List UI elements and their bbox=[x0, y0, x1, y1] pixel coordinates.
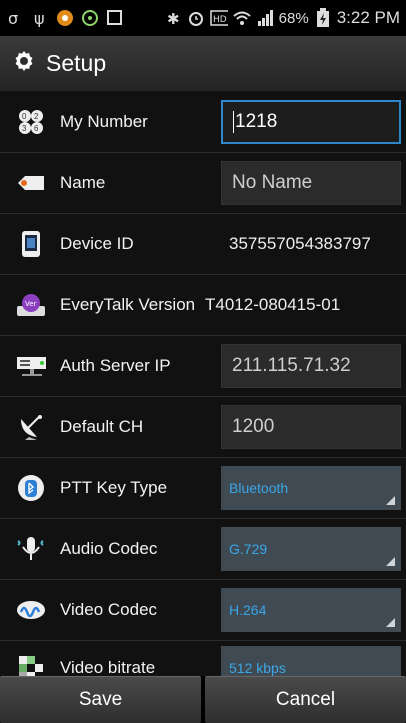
svg-text:6: 6 bbox=[34, 124, 39, 133]
default-ch-label: Default CH bbox=[60, 417, 144, 436]
device-id-label: Device ID bbox=[60, 234, 134, 253]
svg-text:0: 0 bbox=[22, 112, 27, 121]
video-codec-label: Video Codec bbox=[60, 600, 158, 619]
bluetooth-icon bbox=[16, 473, 46, 503]
satellite-dish-icon bbox=[16, 412, 46, 442]
svg-text:2: 2 bbox=[34, 112, 39, 121]
audio-codec-spinner[interactable]: G.729 bbox=[221, 527, 401, 571]
spinner-arrow-icon bbox=[386, 557, 395, 566]
everytalk-version-label: EveryTalk Version bbox=[60, 295, 196, 314]
video-bitrate-value: 512 kbps bbox=[229, 660, 286, 676]
hd-voice-icon: HD bbox=[209, 9, 228, 27]
video-codec-icon bbox=[16, 595, 46, 625]
svg-text:✱: ✱ bbox=[167, 10, 180, 27]
row-everytalk-version: Ver EveryTalk Version T4012-080415-01 bbox=[0, 275, 406, 336]
row-name: Name No Name bbox=[0, 153, 406, 214]
version-icon: Ver bbox=[16, 290, 46, 320]
video-codec-spinner[interactable]: H.264 bbox=[221, 588, 401, 632]
default-ch-input[interactable]: 1200 bbox=[221, 405, 401, 449]
notification-icons: σ ψ bbox=[6, 9, 124, 27]
svg-text:HD: HD bbox=[213, 15, 227, 25]
row-my-number: 0236 My Number 1218 bbox=[0, 92, 406, 153]
signal-app-icon: σ bbox=[6, 9, 24, 27]
page-title: Setup bbox=[46, 50, 107, 76]
screenshot-icon bbox=[106, 9, 124, 27]
row-device-id: Device ID 357557054383797 bbox=[0, 214, 406, 275]
settings-list: 0236 My Number 1218 Name No Name Device … bbox=[0, 92, 406, 696]
row-video-codec: Video Codec H.264 bbox=[0, 580, 406, 641]
clock: 3:22 PM bbox=[336, 8, 400, 27]
app-notification-icon bbox=[56, 9, 74, 27]
gear-icon bbox=[12, 49, 36, 78]
row-default-ch: Default CH 1200 bbox=[0, 397, 406, 458]
audio-codec-label: Audio Codec bbox=[60, 539, 158, 558]
svg-text:3: 3 bbox=[22, 124, 27, 133]
my-number-label: My Number bbox=[60, 112, 148, 131]
my-number-input[interactable]: 1218 bbox=[221, 100, 401, 144]
device-id-value: 357557054383797 bbox=[229, 234, 371, 253]
row-ptt-key-type: PTT Key Type Bluetooth bbox=[0, 458, 406, 519]
status-bar: σ ψ ✱ HD 68% 3:22 PM bbox=[0, 0, 406, 36]
ptt-key-type-label: PTT Key Type bbox=[60, 478, 168, 497]
name-input[interactable]: No Name bbox=[221, 161, 401, 205]
system-icons: ✱ HD 68% 3:22 PM bbox=[164, 8, 400, 28]
auth-server-ip-label: Auth Server IP bbox=[60, 356, 171, 375]
svg-text:ψ: ψ bbox=[34, 9, 45, 27]
hotspot-icon bbox=[81, 9, 99, 27]
text-cursor bbox=[233, 111, 234, 133]
microphone-icon bbox=[16, 534, 46, 564]
ptt-key-type-spinner[interactable]: Bluetooth bbox=[221, 466, 401, 510]
action-bar: Setup bbox=[0, 36, 406, 92]
ptt-key-type-value: Bluetooth bbox=[229, 480, 289, 496]
battery-icon bbox=[314, 8, 332, 27]
cell-signal-icon bbox=[256, 9, 274, 27]
wifi-icon bbox=[232, 9, 251, 27]
my-number-value: 1218 bbox=[235, 111, 278, 132]
video-bitrate-label: Video bitrate bbox=[60, 658, 156, 677]
usb-icon: ψ bbox=[31, 9, 49, 27]
auth-server-ip-value: 211.115.71.32 bbox=[232, 355, 351, 376]
tag-icon bbox=[16, 168, 46, 198]
audio-codec-value: G.729 bbox=[229, 541, 268, 557]
spinner-arrow-icon bbox=[386, 496, 395, 505]
auth-server-ip-input[interactable]: 211.115.71.32 bbox=[221, 344, 401, 388]
spinner-arrow-icon bbox=[386, 618, 395, 627]
name-value: No Name bbox=[232, 172, 313, 193]
button-bar: Save Cancel bbox=[0, 676, 406, 723]
video-codec-value: H.264 bbox=[229, 602, 267, 618]
bluetooth-status-icon: ✱ bbox=[164, 9, 182, 27]
server-icon bbox=[16, 351, 46, 381]
phone-device-icon bbox=[16, 229, 46, 259]
svg-text:Ver: Ver bbox=[25, 300, 37, 308]
number-grid-icon: 0236 bbox=[16, 107, 46, 137]
default-ch-value: 1200 bbox=[232, 416, 275, 437]
cancel-button[interactable]: Cancel bbox=[205, 676, 406, 723]
row-auth-server-ip: Auth Server IP 211.115.71.32 bbox=[0, 336, 406, 397]
save-button[interactable]: Save bbox=[0, 676, 201, 723]
name-label: Name bbox=[60, 173, 106, 192]
row-audio-codec: Audio Codec G.729 bbox=[0, 519, 406, 580]
battery-percent: 68% bbox=[278, 9, 309, 27]
alarm-icon bbox=[187, 9, 205, 27]
everytalk-version-value: T4012-080415-01 bbox=[205, 295, 341, 314]
svg-text:σ: σ bbox=[8, 9, 18, 27]
